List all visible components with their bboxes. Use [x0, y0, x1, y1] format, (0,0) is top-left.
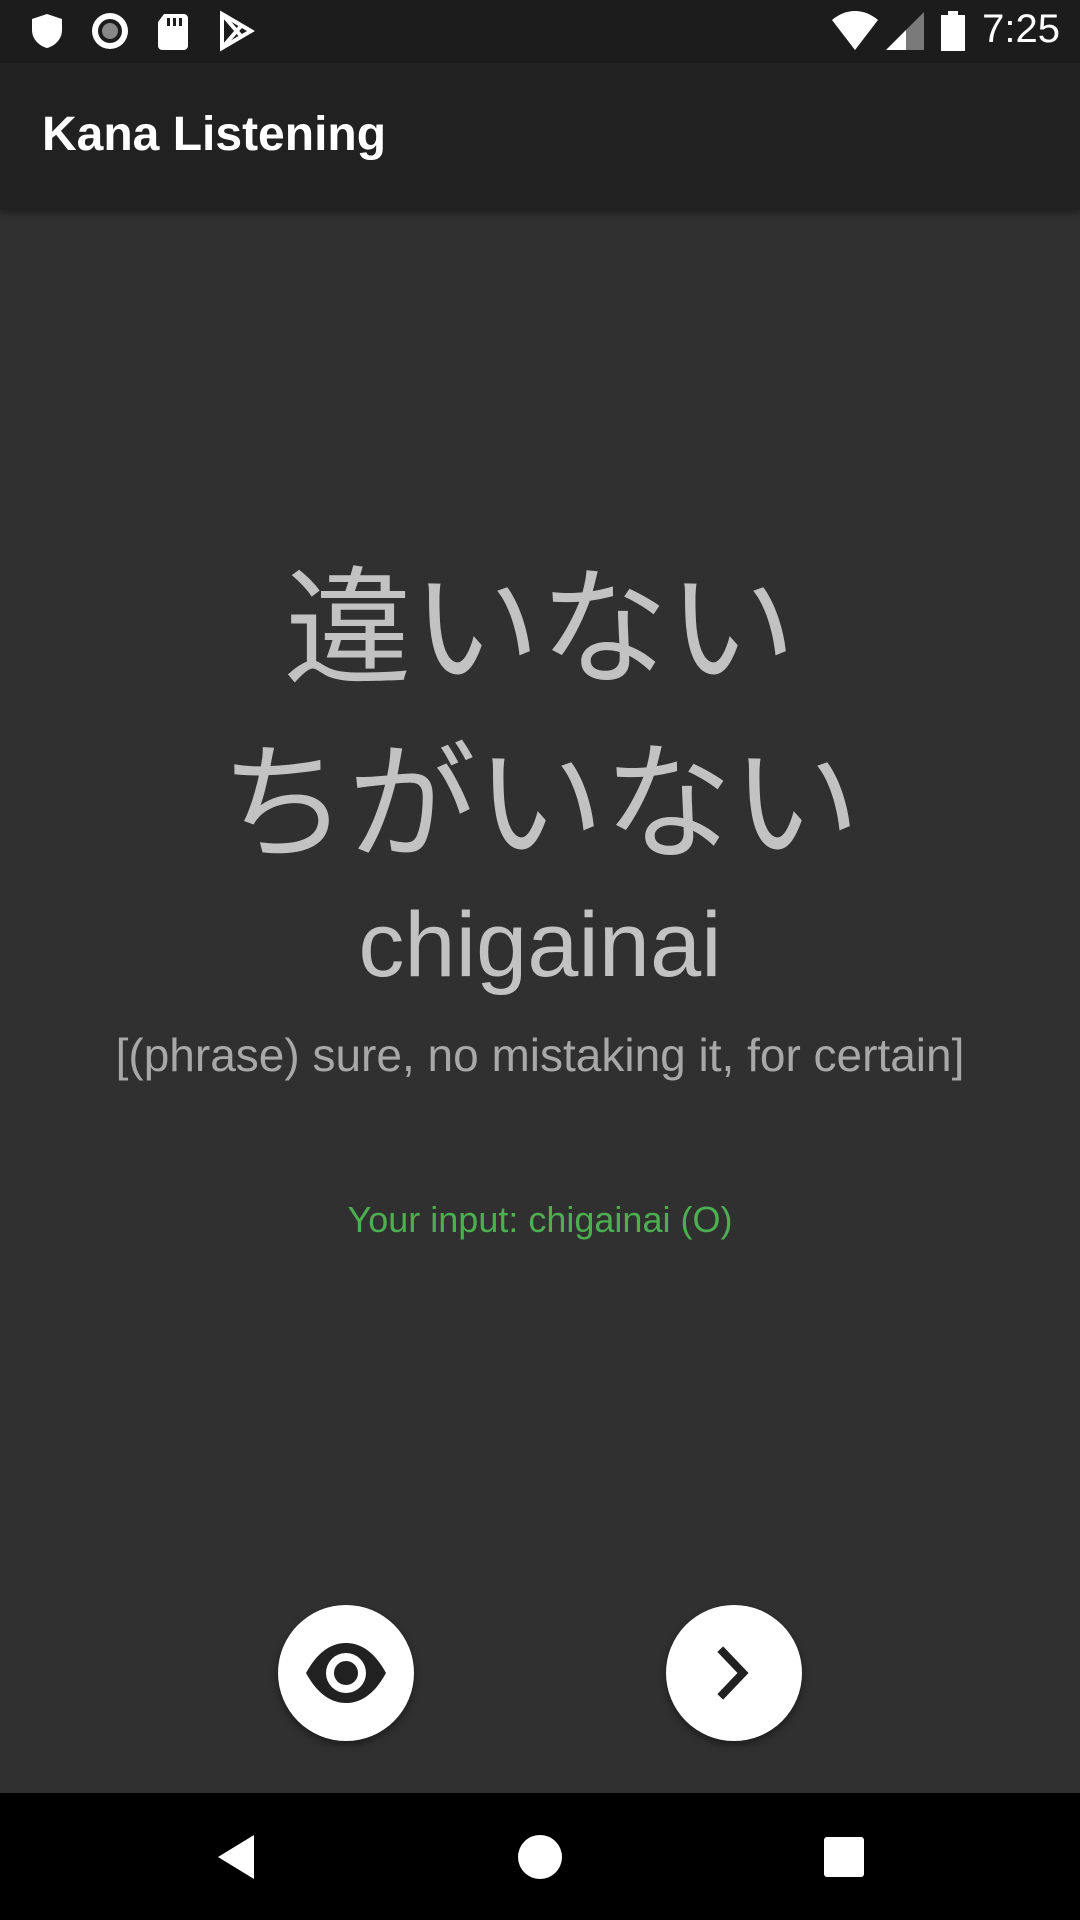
- navigation-bar: [0, 1793, 1080, 1920]
- back-button[interactable]: [204, 1825, 268, 1889]
- flashcard: 違いない ちがいない chigainai [(phrase) sure, no …: [0, 210, 1080, 1793]
- wifi-icon: [832, 11, 878, 50]
- kana-text: ちがいない: [219, 730, 860, 879]
- app-title: Kana Listening: [42, 108, 387, 161]
- play-store-icon: [220, 10, 255, 52]
- shield-icon: [32, 14, 62, 48]
- cellular-signal-icon: [886, 12, 924, 50]
- user-input-result: Your input: chigainai (O): [347, 1199, 733, 1240]
- sd-card-icon: [158, 14, 188, 50]
- home-circle-icon: [518, 1835, 562, 1879]
- status-time: 7:25: [982, 7, 1060, 51]
- next-button[interactable]: [666, 1605, 802, 1741]
- status-bar: 7:25: [0, 0, 1080, 63]
- chevron-right-icon: [717, 1646, 749, 1700]
- recents-square-icon: [824, 1837, 864, 1877]
- romaji-text: chigainai: [358, 894, 722, 996]
- record-icon: [92, 13, 128, 49]
- eye-icon: [306, 1643, 386, 1703]
- screen: 7:25 Kana Listening 違いない ちがいない chigainai…: [0, 0, 1080, 1920]
- meaning-text: [(phrase) sure, no mistaking it, for cer…: [115, 1029, 965, 1081]
- kanji-text: 違いない: [283, 555, 796, 704]
- battery-icon: [941, 11, 965, 51]
- recents-button[interactable]: [812, 1825, 876, 1889]
- app-bar: Kana Listening: [0, 63, 1080, 210]
- reveal-button[interactable]: [278, 1605, 414, 1741]
- back-triangle-icon: [218, 1835, 254, 1879]
- home-button[interactable]: [508, 1825, 572, 1889]
